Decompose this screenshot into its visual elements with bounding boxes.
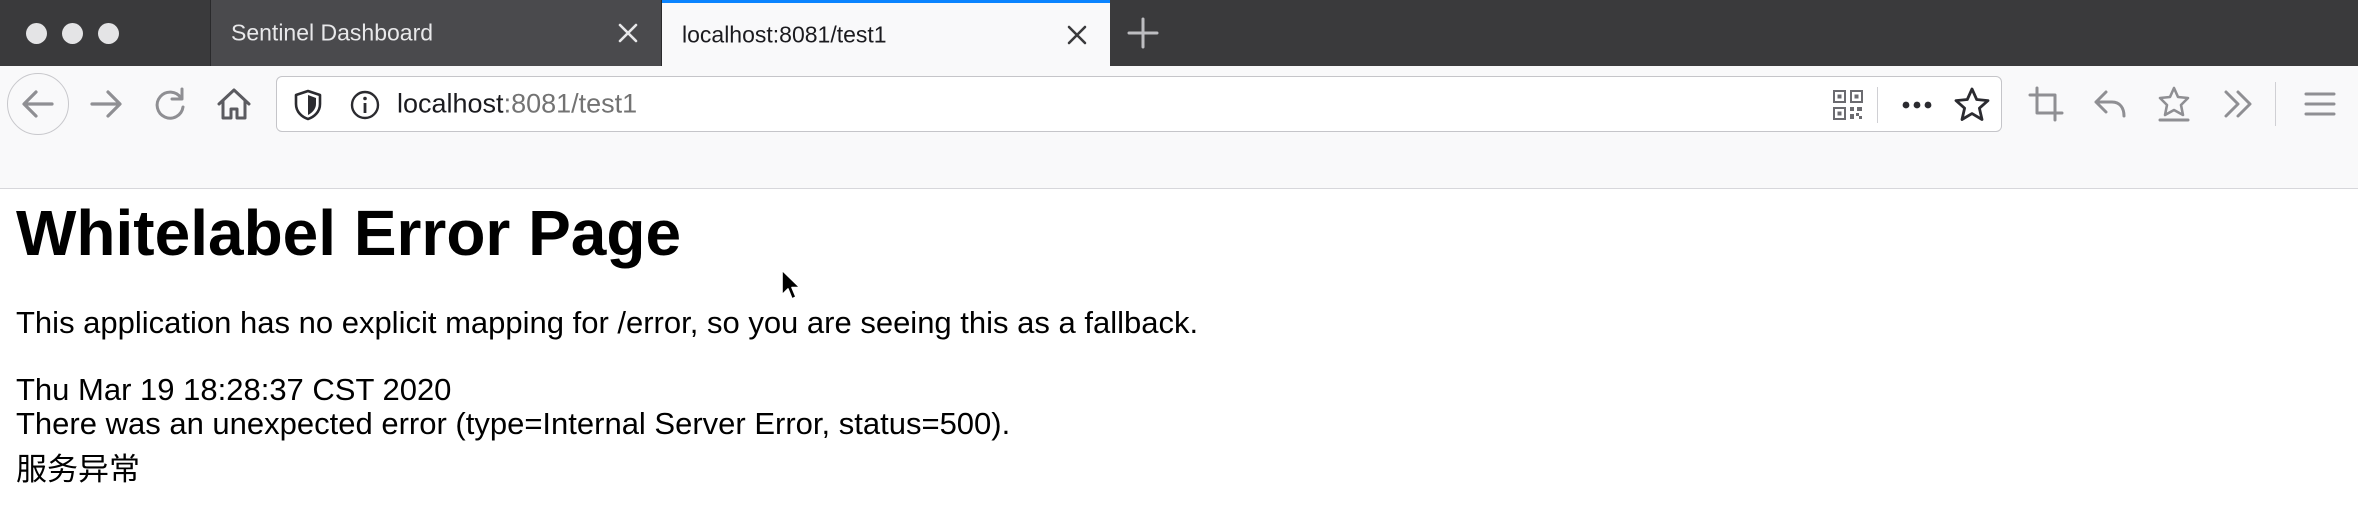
tab-localhost-test1[interactable]: localhost:8081/test1	[662, 0, 1110, 66]
back-icon	[22, 90, 54, 118]
error-message: 服务异常	[16, 452, 140, 488]
error-detail: There was an unexpected error (type=Inte…	[16, 406, 1011, 441]
tab-close-icon[interactable]	[1064, 22, 1090, 48]
tab-strip: Sentinel Dashboard localhost:8081/test1	[0, 0, 2358, 66]
window-minimize-control[interactable]	[62, 23, 83, 44]
new-tab-plus-icon[interactable]	[1124, 14, 1162, 52]
forward-icon[interactable]	[84, 82, 128, 126]
url-text[interactable]: localhost:8081/test1	[397, 89, 637, 120]
error-explanation: This application has no explicit mapping…	[16, 305, 1199, 340]
url-path: :8081/test1	[503, 88, 638, 119]
window-close-control[interactable]	[26, 23, 47, 44]
overflow-chevrons-icon[interactable]	[2216, 82, 2260, 126]
reload-icon[interactable]	[148, 82, 192, 126]
tab-title: localhost:8081/test1	[682, 21, 887, 47]
page-title: Whitelabel Error Page	[16, 197, 682, 269]
navigation-toolbar: localhost:8081/test1	[0, 66, 2358, 189]
qr-code-icon[interactable]	[1833, 90, 1863, 120]
screenshot-crop-icon[interactable]	[2024, 82, 2068, 126]
info-icon[interactable]	[349, 89, 381, 121]
tab-sentinel-dashboard[interactable]: Sentinel Dashboard	[210, 0, 662, 66]
home-icon[interactable]	[212, 82, 256, 126]
window-zoom-control[interactable]	[98, 23, 119, 44]
undo-icon[interactable]	[2088, 82, 2132, 126]
tab-title: Sentinel Dashboard	[231, 19, 434, 46]
hamburger-menu-icon[interactable]	[2298, 82, 2342, 126]
address-bar[interactable]: localhost:8081/test1	[276, 76, 2002, 132]
pocket-save-icon[interactable]	[2152, 82, 2196, 126]
tab-close-icon[interactable]	[615, 20, 641, 46]
bookmark-star-icon[interactable]	[1953, 86, 1991, 124]
toolbar-divider	[2275, 82, 2276, 126]
url-host: localhost	[397, 88, 504, 119]
tracking-shield-icon[interactable]	[293, 89, 323, 121]
error-timestamp: Thu Mar 19 18:28:37 CST 2020	[16, 372, 452, 407]
mouse-pointer-icon	[781, 269, 801, 300]
url-bar-divider	[1877, 87, 1878, 123]
back-button[interactable]	[7, 73, 69, 135]
page-actions-icon[interactable]	[1897, 87, 1937, 123]
